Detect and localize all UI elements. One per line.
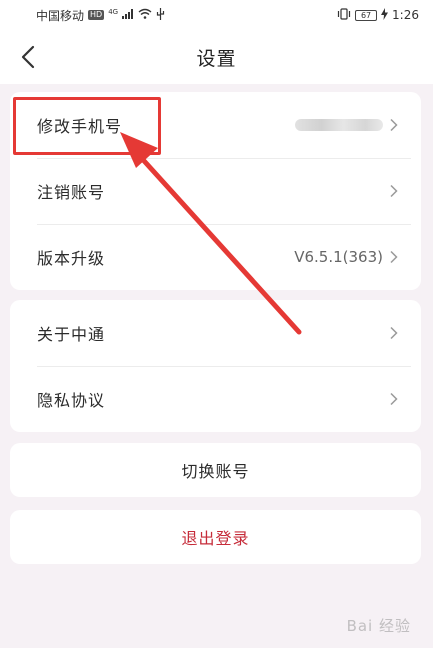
privacy-policy-label: 隐私协议 — [37, 391, 106, 410]
info-card: 关于中通 隐私协议 — [10, 300, 421, 432]
about-label: 关于中通 — [37, 325, 106, 344]
row-right — [389, 326, 399, 340]
row-right — [389, 184, 399, 198]
header: 设置 — [0, 30, 433, 84]
chevron-right-icon — [390, 118, 398, 132]
chevron-left-icon — [21, 45, 35, 69]
signal-icon: 4G — [108, 8, 134, 22]
privacy-policy-row[interactable]: 隐私协议 — [10, 366, 421, 432]
charging-icon — [381, 7, 389, 23]
switch-account-button[interactable]: 切换账号 — [10, 443, 421, 497]
chevron-right-icon — [390, 250, 398, 264]
battery-indicator: 67 — [355, 9, 378, 21]
version-upgrade-row[interactable]: 版本升级 V6.5.1(363) — [10, 224, 421, 290]
chevron-right-icon — [390, 184, 398, 198]
version-upgrade-label: 版本升级 — [37, 249, 106, 268]
switch-account-card: 切换账号 — [10, 443, 421, 497]
change-phone-row[interactable]: 修改手机号 — [10, 92, 421, 158]
back-button[interactable] — [14, 43, 42, 71]
delete-account-row[interactable]: 注销账号 — [10, 158, 421, 224]
logout-button[interactable]: 退出登录 — [10, 510, 421, 564]
row-right — [389, 392, 399, 406]
status-right: 67 1:26 — [337, 7, 419, 23]
version-value: V6.5.1(363) — [294, 248, 383, 266]
clock: 1:26 — [392, 8, 419, 22]
chevron-right-icon — [390, 392, 398, 406]
network-type: 4G — [108, 8, 119, 16]
usb-icon — [156, 7, 165, 23]
about-row[interactable]: 关于中通 — [10, 300, 421, 366]
hd-badge: HD — [88, 10, 105, 20]
carrier-name: 中国移动 — [36, 8, 85, 23]
chevron-right-icon — [390, 326, 398, 340]
logout-card: 退出登录 — [10, 510, 421, 564]
status-bar: 中国移动 HD 4G 67 1:26 — [0, 0, 433, 30]
account-settings-card: 修改手机号 注销账号 版本升级 V6.5.1(363) — [10, 92, 421, 290]
page-title: 设置 — [196, 47, 237, 70]
row-right — [295, 118, 399, 132]
delete-account-label: 注销账号 — [37, 183, 106, 202]
status-left: 中国移动 HD 4G — [36, 7, 165, 24]
wifi-icon — [138, 8, 152, 22]
row-right: V6.5.1(363) — [294, 248, 399, 266]
phone-number-blurred — [295, 119, 383, 131]
baidu-watermark: Bai 经验 — [346, 617, 411, 635]
change-phone-label: 修改手机号 — [37, 117, 123, 136]
vibrate-icon — [337, 7, 351, 23]
